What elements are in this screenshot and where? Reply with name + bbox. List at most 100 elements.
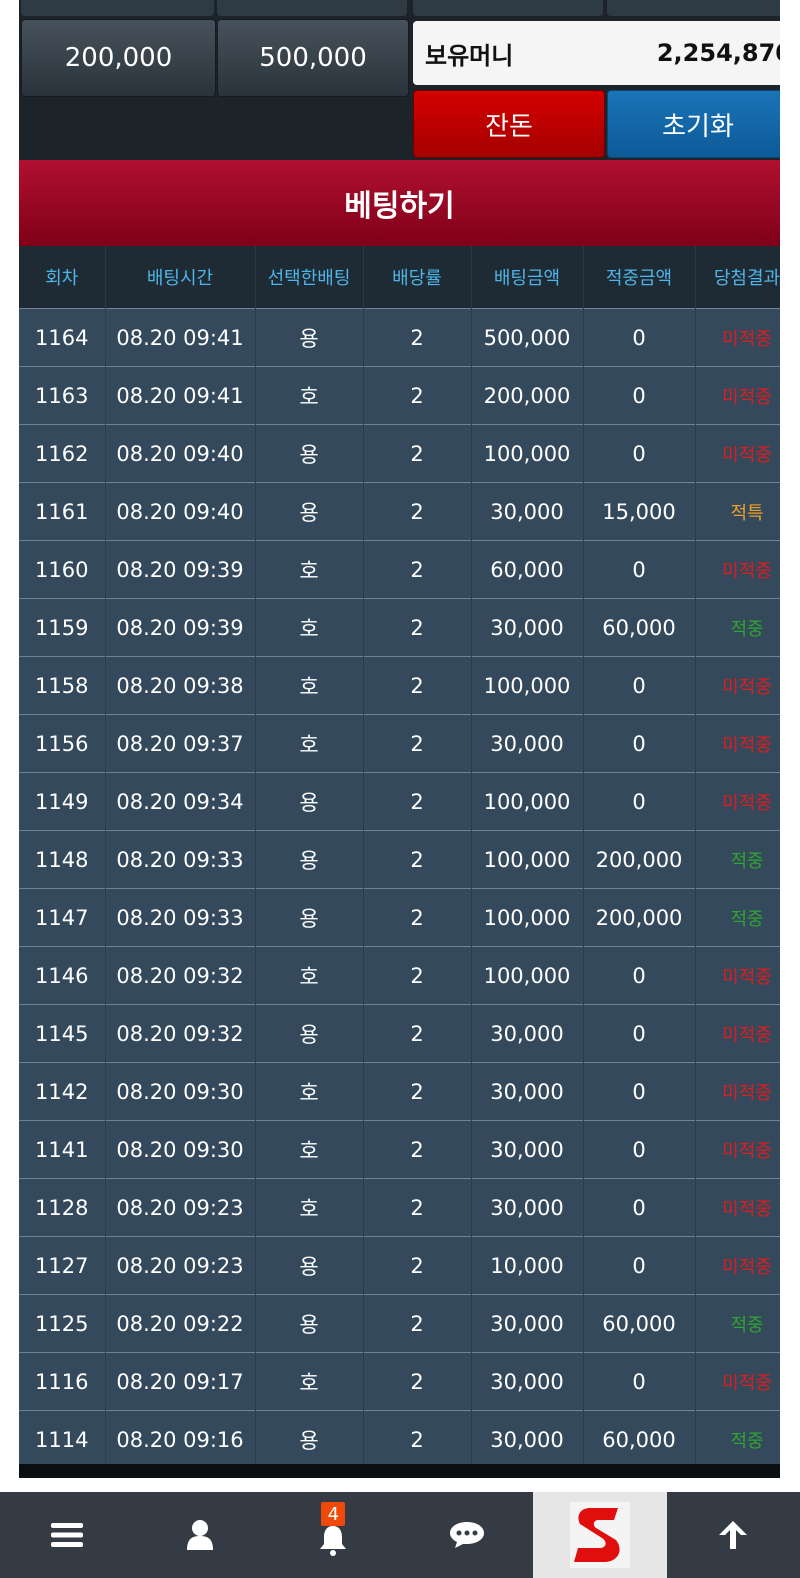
top-button-partial[interactable] (607, 0, 780, 16)
cell-bet-amount: 500,000 (471, 308, 584, 367)
cell-round: 1156 (19, 714, 106, 773)
cell-round: 1142 (19, 1062, 106, 1121)
cell-win-amount: 0 (583, 540, 696, 599)
chat-button[interactable] (400, 1492, 533, 1578)
menu-button[interactable] (0, 1492, 133, 1578)
top-button-partial[interactable] (217, 0, 407, 16)
cell-time: 08.20 09:34 (105, 772, 256, 831)
cell-time: 08.20 09:40 (105, 482, 256, 541)
user-icon (186, 1520, 213, 1550)
cell-round: 1128 (19, 1178, 106, 1237)
cell-result: 미적중 (695, 1352, 780, 1411)
table-header-row: 회차 배팅시간 선택한배팅 배당률 배팅금액 적중금액 당첨결과 (19, 246, 780, 309)
cell-round: 1146 (19, 946, 106, 1005)
cell-time: 08.20 09:17 (105, 1352, 256, 1411)
home-logo-button[interactable] (533, 1492, 667, 1578)
cell-odds: 2 (363, 482, 472, 541)
cell-win-amount: 0 (583, 1352, 696, 1411)
cell-result: 적중 (695, 1410, 780, 1468)
cell-result: 적중 (695, 830, 780, 889)
cell-round: 1141 (19, 1120, 106, 1179)
cell-win-amount: 0 (583, 1120, 696, 1179)
cell-odds: 2 (363, 1352, 472, 1411)
cell-selection: 용 (255, 1410, 364, 1468)
cell-result: 적특 (695, 482, 780, 541)
cell-bet-amount: 100,000 (471, 656, 584, 715)
table-row: 1160 08.20 09:39 호 2 60,000 0 미적중 (19, 540, 780, 599)
amount-200000-button[interactable]: 200,000 (21, 19, 216, 97)
cell-round: 1149 (19, 772, 106, 831)
cell-result: 미적중 (695, 1062, 780, 1121)
amount-500000-button[interactable]: 500,000 (217, 19, 409, 97)
cell-odds: 2 (363, 1178, 472, 1237)
cell-time: 08.20 09:33 (105, 888, 256, 947)
cell-round: 1161 (19, 482, 106, 541)
cell-odds: 2 (363, 1410, 472, 1468)
reset-button[interactable]: 초기화 (607, 90, 780, 158)
cell-bet-amount: 30,000 (471, 1120, 584, 1179)
cell-round: 1147 (19, 888, 106, 947)
cell-bet-amount: 30,000 (471, 1004, 584, 1063)
cell-selection: 용 (255, 772, 364, 831)
cell-selection: 호 (255, 946, 364, 1005)
chat-icon (449, 1522, 484, 1548)
bottom-nav: 4 (0, 1492, 800, 1578)
table-row: 1147 08.20 09:33 용 2 100,000 200,000 적중 (19, 888, 780, 947)
cell-bet-amount: 30,000 (471, 482, 584, 541)
scroll-top-button[interactable] (667, 1492, 800, 1578)
cell-round: 1148 (19, 830, 106, 889)
cell-selection: 용 (255, 1294, 364, 1353)
col-header-time: 배팅시간 (105, 246, 256, 309)
top-button-partial[interactable] (413, 0, 603, 16)
table-row: 1146 08.20 09:32 호 2 100,000 0 미적중 (19, 946, 780, 1005)
cell-result: 적중 (695, 598, 780, 657)
cell-win-amount: 0 (583, 1004, 696, 1063)
cell-odds: 2 (363, 598, 472, 657)
col-header-win-amount: 적중금액 (583, 246, 696, 309)
table-row: 1141 08.20 09:30 호 2 30,000 0 미적중 (19, 1120, 780, 1179)
top-button-partial[interactable] (21, 0, 214, 16)
bell-icon (320, 1526, 347, 1556)
cell-selection: 용 (255, 308, 364, 367)
table-row: 1164 08.20 09:41 용 2 500,000 0 미적중 (19, 308, 780, 367)
col-header-odds: 배당률 (363, 246, 472, 309)
cell-bet-amount: 30,000 (471, 598, 584, 657)
table-row: 1148 08.20 09:33 용 2 100,000 200,000 적중 (19, 830, 780, 889)
cell-selection: 호 (255, 656, 364, 715)
cell-time: 08.20 09:32 (105, 946, 256, 1005)
table-row: 1116 08.20 09:17 호 2 30,000 0 미적중 (19, 1352, 780, 1411)
cell-time: 08.20 09:41 (105, 366, 256, 425)
bet-history-table: 회차 배팅시간 선택한배팅 배당률 배팅금액 적중금액 당첨결과 1164 08.… (19, 246, 780, 1468)
notifications-button[interactable]: 4 (267, 1492, 400, 1578)
cell-round: 1158 (19, 656, 106, 715)
cell-bet-amount: 30,000 (471, 1062, 584, 1121)
main-frame: 200,000 500,000 보유머니 2,254,870 잔돈 초기화 베팅… (19, 0, 780, 1478)
cell-bet-amount: 200,000 (471, 366, 584, 425)
cell-selection: 용 (255, 424, 364, 483)
notification-badge: 4 (321, 1502, 346, 1526)
cell-win-amount: 0 (583, 656, 696, 715)
cell-selection: 용 (255, 482, 364, 541)
cell-time: 08.20 09:39 (105, 540, 256, 599)
cell-win-amount: 0 (583, 946, 696, 1005)
table-row: 1114 08.20 09:16 용 2 30,000 60,000 적중 (19, 1410, 780, 1468)
cell-bet-amount: 100,000 (471, 424, 584, 483)
cell-round: 1159 (19, 598, 106, 657)
cell-time: 08.20 09:39 (105, 598, 256, 657)
cell-bet-amount: 30,000 (471, 1178, 584, 1237)
col-header-bet-amount: 배팅금액 (471, 246, 584, 309)
cell-result: 미적중 (695, 946, 780, 1005)
cell-odds: 2 (363, 366, 472, 425)
user-button[interactable] (133, 1492, 266, 1578)
cell-round: 1125 (19, 1294, 106, 1353)
cell-time: 08.20 09:22 (105, 1294, 256, 1353)
cell-result: 미적중 (695, 424, 780, 483)
cell-bet-amount: 100,000 (471, 772, 584, 831)
table-row: 1161 08.20 09:40 용 2 30,000 15,000 적특 (19, 482, 780, 541)
cell-win-amount: 0 (583, 1062, 696, 1121)
table-row: 1156 08.20 09:37 호 2 30,000 0 미적중 (19, 714, 780, 773)
cell-win-amount: 15,000 (583, 482, 696, 541)
cell-win-amount: 0 (583, 714, 696, 773)
cell-result: 미적중 (695, 1120, 780, 1179)
change-button[interactable]: 잔돈 (413, 90, 605, 158)
